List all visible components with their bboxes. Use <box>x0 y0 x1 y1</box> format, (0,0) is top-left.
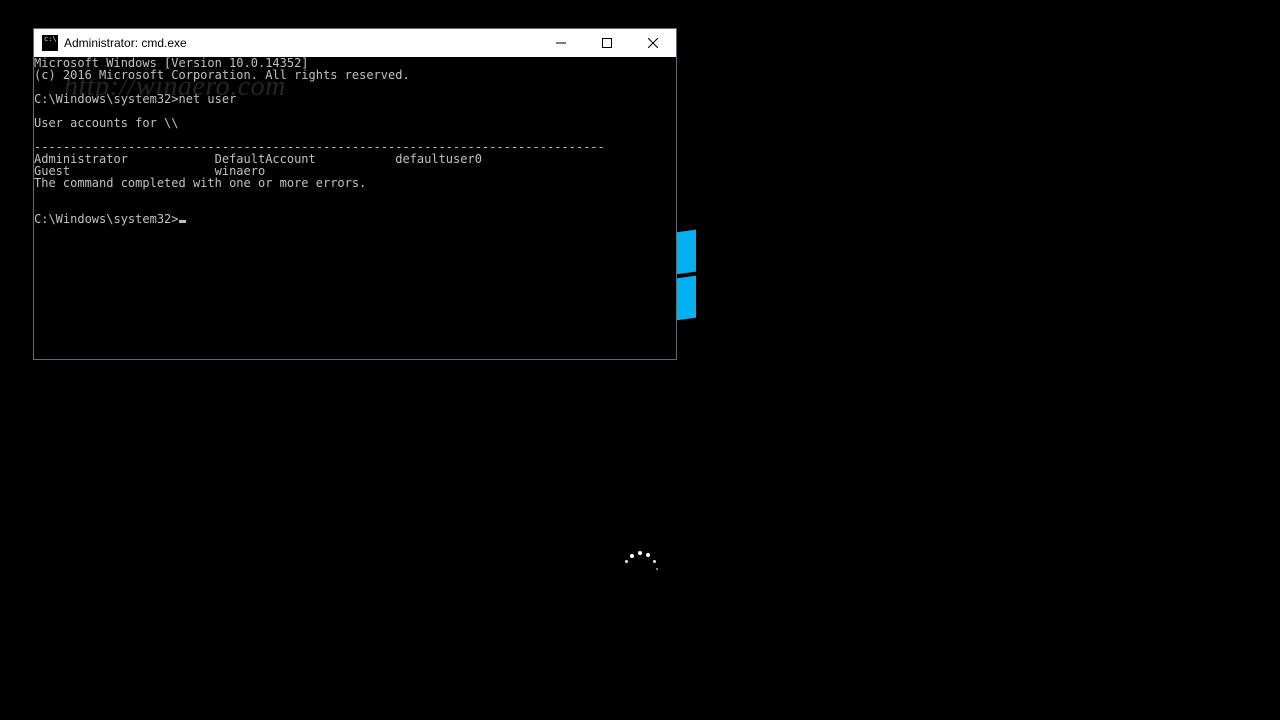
spinner-dot <box>625 560 628 563</box>
titlebar[interactable]: Administrator: cmd.exe <box>34 29 676 57</box>
close-icon <box>648 38 658 48</box>
spinner-dot <box>656 568 658 570</box>
console-prompt: C:\Windows\system32> <box>34 212 179 226</box>
console-line: (c) 2016 Microsoft Corporation. All righ… <box>34 68 410 82</box>
loading-spinner-icon <box>620 548 660 588</box>
windows-logo-partial <box>676 231 696 319</box>
spinner-dot <box>653 560 656 563</box>
cmd-window: Administrator: cmd.exe W I N A E R O htt… <box>33 28 677 360</box>
minimize-icon <box>556 38 566 48</box>
maximize-button[interactable] <box>584 29 630 57</box>
console-line: User accounts for \\ <box>34 116 179 130</box>
cmd-app-icon <box>42 35 58 51</box>
spinner-dot <box>646 553 650 557</box>
window-controls <box>538 29 676 57</box>
console-line: C:\Windows\system32>net user <box>34 92 236 106</box>
window-title: Administrator: cmd.exe <box>64 36 187 50</box>
console-line: The command completed with one or more e… <box>34 176 366 190</box>
close-button[interactable] <box>630 29 676 57</box>
spinner-dot <box>630 554 634 558</box>
console-output: Microsoft Windows [Version 10.0.14352] (… <box>34 57 676 225</box>
logo-tile-icon <box>676 230 696 275</box>
maximize-icon <box>602 38 612 48</box>
console-area[interactable]: W I N A E R O http://winaero.com Microso… <box>34 57 676 359</box>
logo-tile-icon <box>676 276 696 321</box>
spinner-dot <box>638 551 642 555</box>
minimize-button[interactable] <box>538 29 584 57</box>
cursor-icon <box>179 220 186 223</box>
